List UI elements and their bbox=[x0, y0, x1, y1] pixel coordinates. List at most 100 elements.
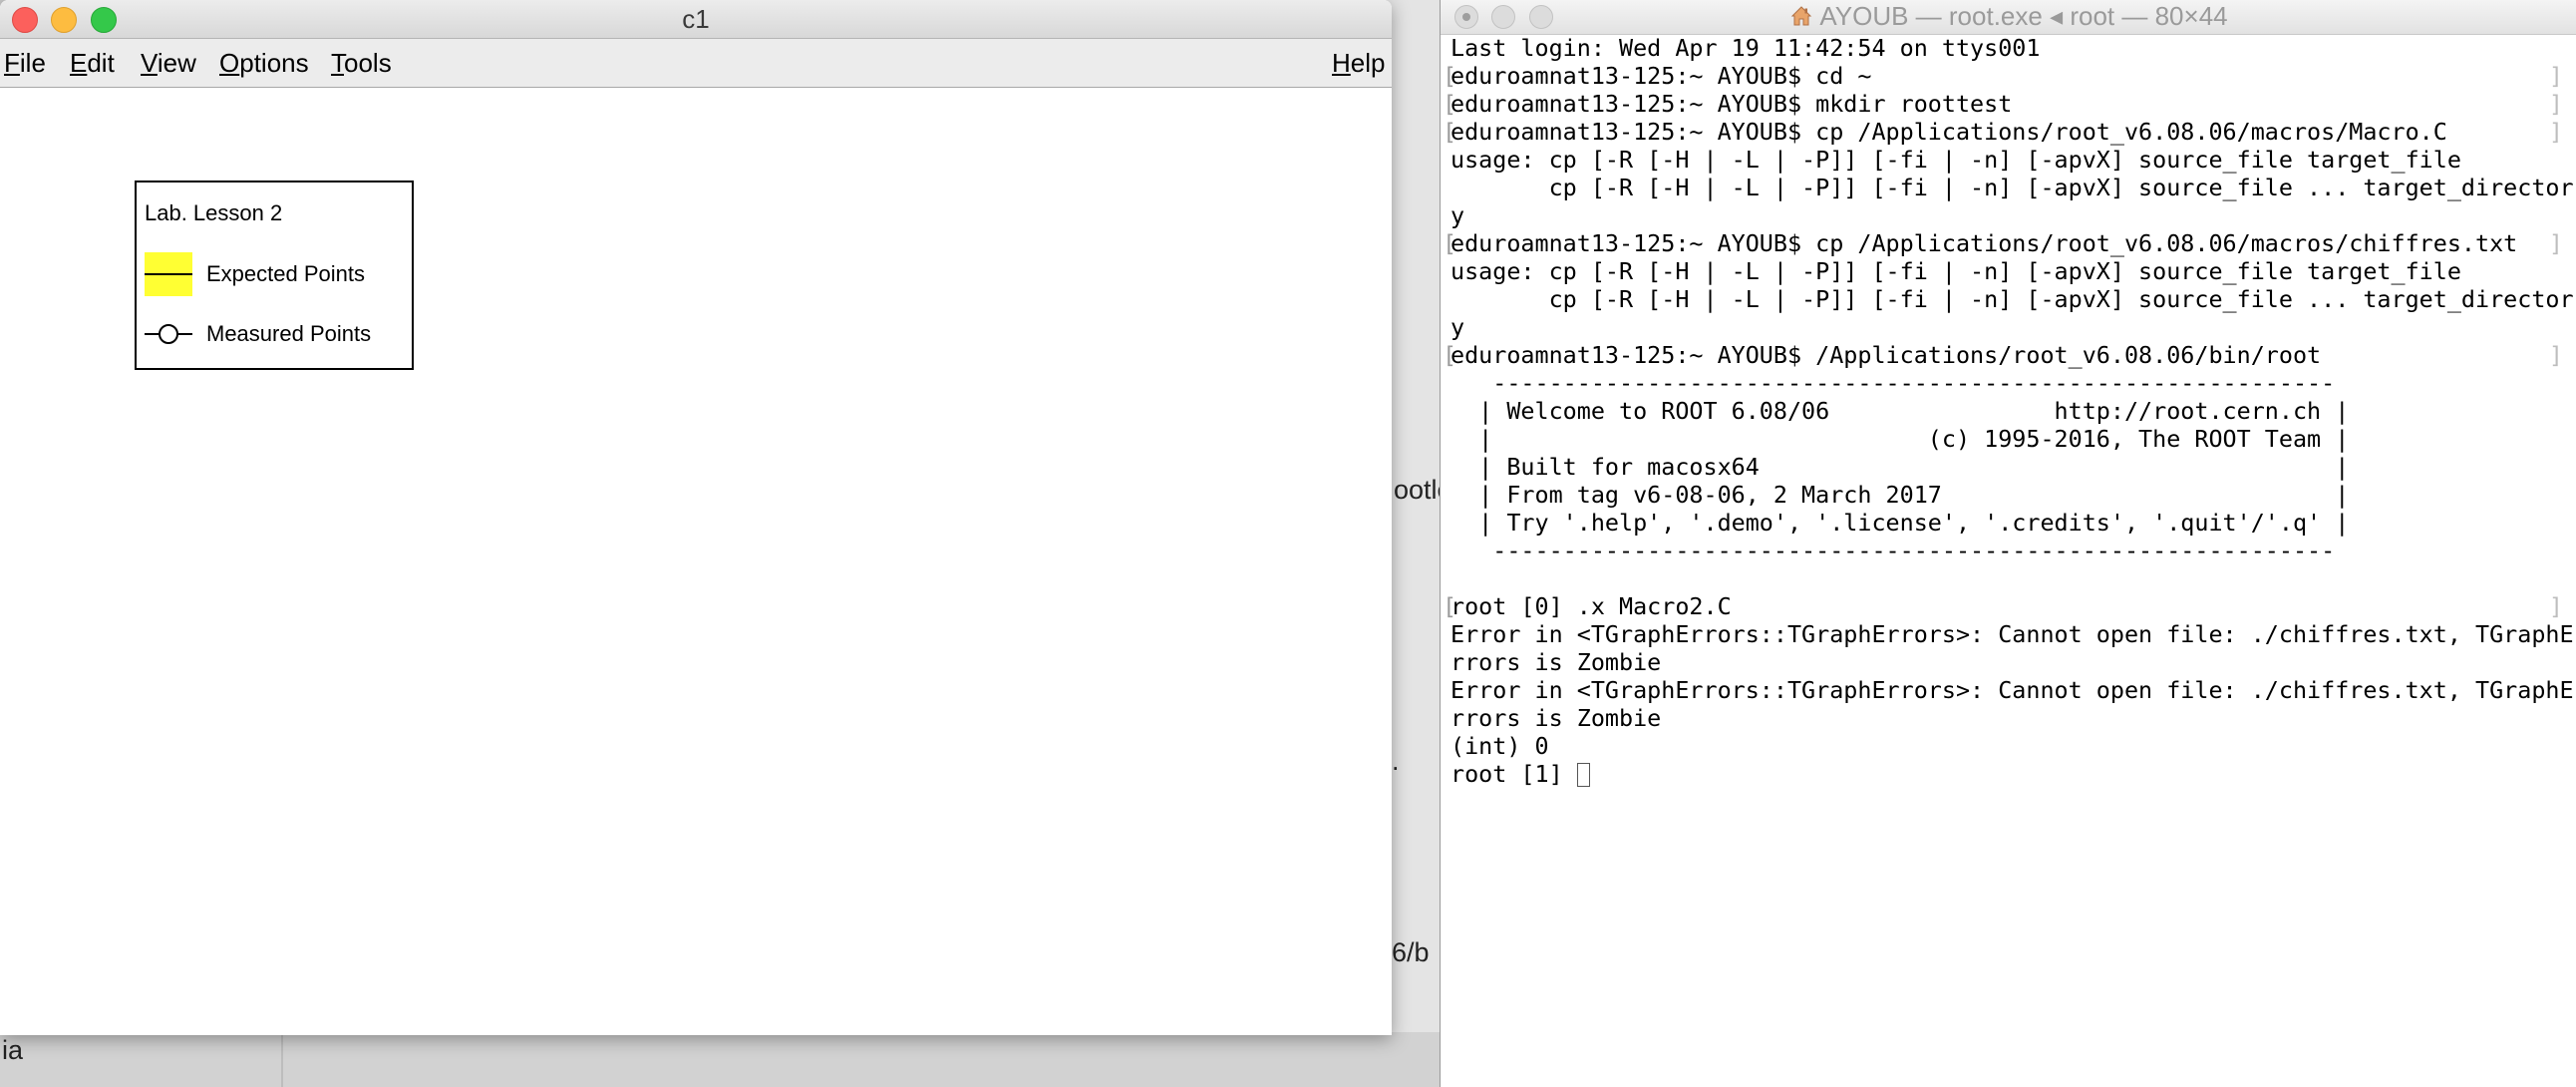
terminal-line-text: ----------------------------------------… bbox=[1450, 369, 2336, 397]
terminal-line-text: Error in <TGraphErrors::TGraphErrors>: C… bbox=[1450, 620, 2574, 648]
menu-tools-label: ools bbox=[344, 48, 392, 78]
menu-bar: File Edit View Options Tools Help bbox=[0, 39, 1392, 88]
terminal-line: [eduroamnat13-125:~ AYOUB$ cp /Applicati… bbox=[1443, 229, 2576, 257]
prompt-mark-icon: [ bbox=[1443, 118, 1457, 146]
line-end-mark-icon: ] bbox=[2548, 62, 2563, 90]
terminal-line: | Try '.help', '.demo', '.license', '.cr… bbox=[1450, 509, 2576, 537]
terminal-line-text: usage: cp [-R [-H | -L | -P]] [-fi | -n]… bbox=[1450, 146, 2461, 174]
terminal-line-text: y bbox=[1450, 313, 1465, 341]
terminal-line: usage: cp [-R [-H | -L | -P]] [-fi | -n]… bbox=[1450, 257, 2576, 285]
terminal-line: cp [-R [-H | -L | -P]] [-fi | -n] [-apvX… bbox=[1450, 174, 2576, 201]
menu-help[interactable]: Help bbox=[1332, 48, 1385, 79]
terminal-line: | (c) 1995-2016, The ROOT Team | bbox=[1450, 425, 2576, 453]
window-title: c1 bbox=[682, 4, 710, 34]
legend-box[interactable]: Lab. Lesson 2 Expected Points Measured P… bbox=[135, 181, 414, 370]
terminal-line-text: cp [-R [-H | -L | -P]] [-fi | -n] [-apvX… bbox=[1450, 285, 2574, 313]
terminal-line: usage: cp [-R [-H | -L | -P]] [-fi | -n]… bbox=[1450, 146, 2576, 174]
terminal-line-text: eduroamnat13-125:~ AYOUB$ cp /Applicatio… bbox=[1450, 229, 2518, 257]
terminal-line: | Built for macosx64 | bbox=[1450, 453, 2576, 481]
terminal-line: [root [0] .x Macro2.C] bbox=[1443, 592, 2576, 620]
terminal-titlebar[interactable]: AYOUB — root.exe ◂ root — 80×44 bbox=[1441, 0, 2576, 35]
legend-title: Lab. Lesson 2 bbox=[145, 200, 283, 225]
legend-label-measured: Measured Points bbox=[206, 321, 372, 346]
canvas-window: c1 File Edit View Options Tools Help Lab… bbox=[0, 0, 1392, 1035]
legend-label-expected: Expected Points bbox=[206, 261, 365, 286]
legend-entry-expected: Expected Points bbox=[145, 252, 409, 296]
terminal-line-text: | Welcome to ROOT 6.08/06 http://root.ce… bbox=[1450, 397, 2350, 425]
line-end-mark-icon: ] bbox=[2548, 90, 2563, 118]
menu-options[interactable]: Options bbox=[219, 48, 309, 79]
terminal-line: y bbox=[1450, 313, 2576, 341]
background-text-fragment: ia bbox=[2, 1035, 24, 1065]
terminal-line-text: y bbox=[1450, 201, 1465, 229]
menu-edit[interactable]: Edit bbox=[70, 48, 115, 79]
prompt-mark-icon: [ bbox=[1443, 90, 1457, 118]
line-end-mark-icon: ] bbox=[2548, 592, 2563, 620]
legend-entry-measured: Measured Points bbox=[145, 312, 409, 356]
menu-edit-mnemonic: E bbox=[70, 48, 88, 78]
terminal-line-text: usage: cp [-R [-H | -L | -P]] [-fi | -n]… bbox=[1450, 257, 2461, 285]
menu-options-label: ptions bbox=[239, 48, 309, 78]
terminal-line-text: eduroamnat13-125:~ AYOUB$ cp /Applicatio… bbox=[1450, 118, 2447, 146]
terminal-line-text: eduroamnat13-125:~ AYOUB$ cd ~ bbox=[1450, 62, 1872, 90]
background-text-fragment: 6/b bbox=[1392, 937, 1430, 967]
terminal-line-text: root [0] .x Macro2.C bbox=[1450, 592, 1732, 620]
terminal-line: (int) 0 bbox=[1450, 732, 2576, 760]
terminal-title-text: AYOUB — root.exe ◂ root — 80×44 bbox=[1819, 1, 2228, 31]
terminal-line: Last login: Wed Apr 19 11:42:54 on ttys0… bbox=[1450, 34, 2576, 62]
prompt-mark-icon: [ bbox=[1443, 62, 1457, 90]
terminal-line-text: eduroamnat13-125:~ AYOUB$ mkdir roottest bbox=[1450, 90, 2013, 118]
terminal-window: AYOUB — root.exe ◂ root — 80×44 Last log… bbox=[1440, 0, 2576, 1087]
background-strip bbox=[0, 1032, 1446, 1087]
menu-edit-label: dit bbox=[87, 48, 115, 78]
terminal-line-text: | Try '.help', '.demo', '.license', '.cr… bbox=[1450, 509, 2350, 537]
terminal-line: [eduroamnat13-125:~ AYOUB$ /Applications… bbox=[1443, 341, 2576, 369]
terminal-line: cp [-R [-H | -L | -P]] [-fi | -n] [-apvX… bbox=[1450, 285, 2576, 313]
menu-file[interactable]: File bbox=[4, 48, 46, 79]
marker-circle-icon bbox=[145, 312, 192, 356]
terminal-line-text: eduroamnat13-125:~ AYOUB$ /Applications/… bbox=[1450, 341, 2322, 369]
terminal-output[interactable]: Last login: Wed Apr 19 11:42:54 on ttys0… bbox=[1443, 34, 2576, 1087]
menu-tools-mnemonic: T bbox=[331, 48, 344, 78]
terminal-line-text: rrors is Zombie bbox=[1450, 704, 1662, 732]
terminal-title: AYOUB — root.exe ◂ root — 80×44 bbox=[1441, 1, 2576, 32]
expected-line-sample bbox=[145, 273, 192, 275]
menu-view-label: iew bbox=[157, 48, 196, 78]
line-end-mark-icon: ] bbox=[2548, 229, 2563, 257]
terminal-line: ----------------------------------------… bbox=[1450, 537, 2576, 564]
terminal-line: rrors is Zombie bbox=[1450, 648, 2576, 676]
terminal-line: Error in <TGraphErrors::TGraphErrors>: C… bbox=[1450, 620, 2576, 648]
background-separator bbox=[281, 1032, 283, 1087]
terminal-line-text: root [1] bbox=[1450, 760, 1577, 788]
terminal-line-text: (int) 0 bbox=[1450, 732, 1549, 760]
terminal-line-text: | From tag v6-08-06, 2 March 2017 | bbox=[1450, 481, 2350, 509]
background-text-fragment: . bbox=[1392, 746, 1400, 776]
line-end-mark-icon: ] bbox=[2548, 118, 2563, 146]
terminal-cursor[interactable] bbox=[1576, 763, 1590, 787]
terminal-line-text: | Built for macosx64 | bbox=[1450, 453, 2350, 481]
menu-tools[interactable]: Tools bbox=[331, 48, 392, 79]
terminal-line: rrors is Zombie bbox=[1450, 704, 2576, 732]
terminal-line: Error in <TGraphErrors::TGraphErrors>: C… bbox=[1450, 676, 2576, 704]
home-icon bbox=[1789, 4, 1813, 28]
menu-file-label: ile bbox=[19, 48, 46, 78]
window-titlebar[interactable]: c1 bbox=[0, 0, 1392, 39]
menu-view-mnemonic: V bbox=[141, 48, 158, 78]
terminal-line: | Welcome to ROOT 6.08/06 http://root.ce… bbox=[1450, 397, 2576, 425]
terminal-line: [eduroamnat13-125:~ AYOUB$ mkdir roottes… bbox=[1443, 90, 2576, 118]
line-end-mark-icon: ] bbox=[2548, 341, 2563, 369]
terminal-line: ----------------------------------------… bbox=[1450, 369, 2576, 397]
terminal-line-text: rrors is Zombie bbox=[1450, 648, 1662, 676]
menu-help-label: elp bbox=[1350, 48, 1386, 78]
terminal-line-text: ----------------------------------------… bbox=[1450, 537, 2336, 564]
menu-view[interactable]: View bbox=[141, 48, 196, 79]
terminal-line: [eduroamnat13-125:~ AYOUB$ cd ~] bbox=[1443, 62, 2576, 90]
menu-help-mnemonic: H bbox=[1332, 48, 1351, 78]
menu-file-mnemonic: F bbox=[4, 48, 20, 78]
prompt-mark-icon: [ bbox=[1443, 341, 1457, 369]
terminal-line: y bbox=[1450, 201, 2576, 229]
menu-options-mnemonic: O bbox=[219, 48, 240, 78]
terminal-line-text: Error in <TGraphErrors::TGraphErrors>: C… bbox=[1450, 676, 2574, 704]
prompt-mark-icon: [ bbox=[1443, 229, 1457, 257]
